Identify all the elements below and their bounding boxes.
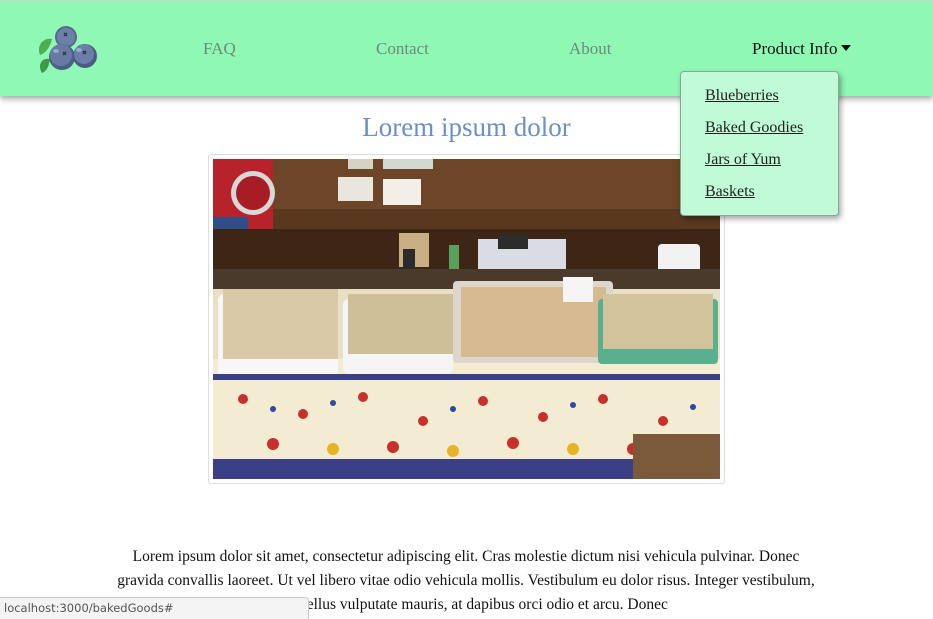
market-table-photo (213, 159, 720, 479)
dropdown-item-baked-goodies[interactable]: Baked Goodies (705, 119, 803, 137)
product-info-dropdown-toggle[interactable]: Product Info (752, 39, 852, 59)
nav-link-contact[interactable]: Contact (376, 39, 429, 59)
product-info-label: Product Info (752, 39, 838, 58)
image-frame (208, 154, 725, 484)
dropdown-item-baskets[interactable]: Baskets (705, 183, 755, 201)
status-bar-url: localhost:3000/bakedGoods# (0, 597, 309, 619)
nav-link-faq[interactable]: FAQ (203, 39, 236, 59)
caret-down-icon (841, 45, 852, 51)
blueberries-logo-icon[interactable] (34, 23, 104, 77)
product-info-dropdown-menu: Blueberries Baked Goodies Jars of Yum Ba… (680, 71, 839, 216)
dropdown-item-blueberries[interactable]: Blueberries (705, 87, 779, 105)
dropdown-item-jars-of-yum[interactable]: Jars of Yum (705, 151, 781, 169)
nav-link-about[interactable]: About (569, 39, 612, 59)
